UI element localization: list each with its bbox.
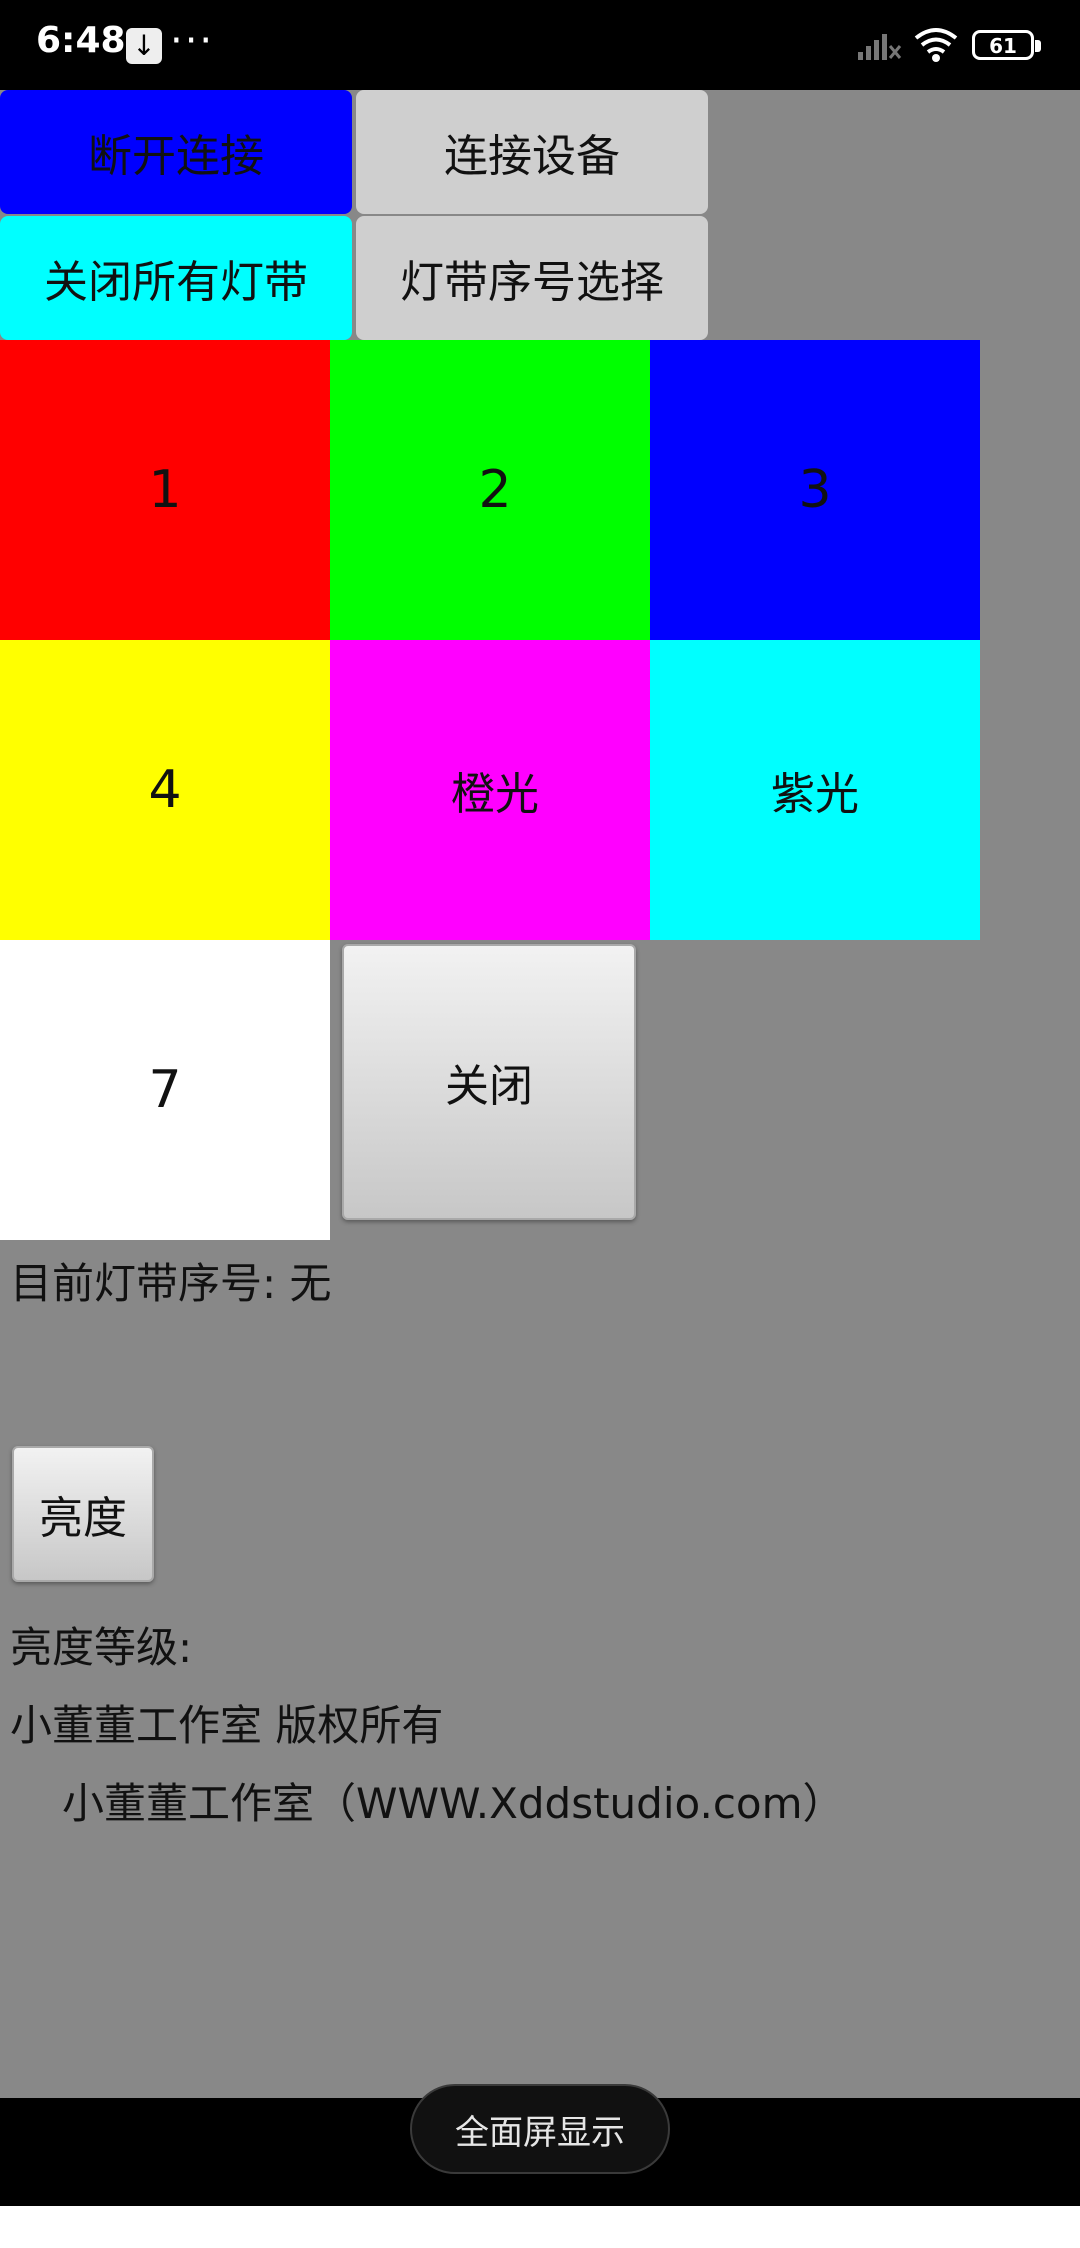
connect-device-button[interactable]: 连接设备 — [356, 90, 708, 214]
brightness-button[interactable]: 亮度 — [12, 1446, 154, 1582]
status-bar: 6:48 ↓ ··· 61 — [0, 0, 1080, 90]
cellular-signal-icon — [858, 34, 902, 60]
bottom-strip — [0, 2206, 1080, 2248]
color-button-2[interactable]: 2 — [330, 340, 660, 640]
fullscreen-display-button[interactable]: 全面屏显示 — [410, 2084, 670, 2174]
download-icon: ↓ — [126, 28, 162, 64]
close-all-strips-button[interactable]: 关闭所有灯带 — [0, 216, 352, 340]
close-light-button[interactable]: 关闭 — [342, 944, 636, 1220]
strip-index-select-button[interactable]: 灯带序号选择 — [356, 216, 708, 340]
website-text: 小董董工作室（WWW.Xddstudio.com） — [62, 1779, 845, 1828]
color-button-7[interactable]: 7 — [0, 940, 330, 1240]
color-button-1[interactable]: 1 — [0, 340, 330, 640]
copyright-text: 小董董工作室 版权所有 — [10, 1701, 444, 1750]
battery-icon: 61 — [972, 30, 1041, 60]
more-dots-icon: ··· — [170, 18, 215, 64]
color-button-4[interactable]: 4 — [0, 640, 330, 940]
status-time: 6:48 — [36, 20, 126, 61]
wifi-icon — [914, 28, 958, 62]
orange-light-button[interactable]: 橙光 — [330, 640, 660, 940]
purple-light-button[interactable]: 紫光 — [650, 640, 980, 940]
color-button-3[interactable]: 3 — [650, 340, 980, 640]
battery-level: 61 — [989, 34, 1017, 58]
app-content: 断开连接 连接设备 关闭所有灯带 灯带序号选择 1 2 3 4 橙光 紫光 7 … — [0, 90, 1080, 2098]
disconnect-button[interactable]: 断开连接 — [0, 90, 352, 214]
current-strip-index-label: 目前灯带序号: 无 — [10, 1259, 332, 1308]
brightness-level-label: 亮度等级: — [10, 1623, 193, 1672]
